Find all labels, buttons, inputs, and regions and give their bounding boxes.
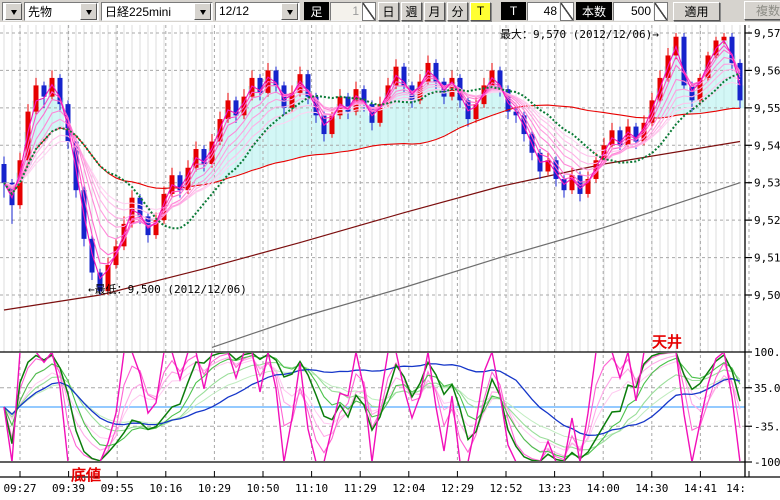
chevron-down-icon[interactable] bbox=[80, 3, 97, 20]
tick-mode-button[interactable]: T bbox=[470, 2, 491, 21]
x-axis-label: 09:27 bbox=[3, 482, 36, 495]
apply-button[interactable]: 適用 bbox=[673, 2, 720, 21]
x-axis-label: 12:52 bbox=[489, 482, 522, 495]
bar-count-input[interactable] bbox=[613, 2, 654, 21]
period-month-button[interactable]: 月 bbox=[424, 2, 445, 21]
contract-value: 12/12 bbox=[219, 4, 249, 18]
x-axis-label: 14:41 bbox=[684, 482, 717, 495]
price-chart-canvas: 9,570 9,560 9,550 9,540 9,530 9,520 9,510 9,500… bbox=[0, 0, 780, 500]
x-axis-label: 14:30 bbox=[635, 482, 668, 495]
x-axis-label: 10:16 bbox=[149, 482, 182, 495]
chart-app-window: { "toolbar": { "instrument_value": "先物",… bbox=[0, 0, 780, 500]
oscillator-line bbox=[4, 364, 740, 436]
oscillator-axis-label: -35.00 bbox=[754, 420, 780, 433]
x-axis-label: 14: bbox=[726, 482, 746, 495]
oscillator-axis-label: -100.00 bbox=[754, 456, 780, 469]
chart-style-dropdown[interactable] bbox=[2, 2, 22, 21]
cloud-band bbox=[720, 41, 728, 110]
symbol-value: 日経225mini bbox=[105, 3, 171, 20]
multi-symbol-button[interactable]: 複数銘柄 bbox=[744, 1, 780, 20]
y-axis-label: 9,510 bbox=[754, 252, 780, 265]
candle-body bbox=[2, 164, 7, 183]
x-axis-label: 14:00 bbox=[587, 482, 620, 495]
toolbar: 先物 日経225mini 12/12 足 日 週 月 分 T T 本数 適用 複… bbox=[0, 0, 780, 22]
candle-body bbox=[682, 37, 687, 86]
max-price-annotation: 最大：9,570 (2012/12/06)→ bbox=[500, 26, 659, 42]
bar-count-tag: 本数 bbox=[576, 2, 612, 20]
y-axis-label: 9,570 bbox=[754, 27, 780, 40]
min-price-annotation: ←最低：9,500 (2012/12/06) bbox=[88, 281, 247, 297]
x-axis-label: 10:29 bbox=[198, 482, 231, 495]
oscillator-axis-label: 35.00 bbox=[754, 382, 780, 395]
y-axis-label: 9,520 bbox=[754, 214, 780, 227]
interval-input[interactable] bbox=[330, 2, 362, 21]
contract-month-dropdown[interactable]: 12/12 bbox=[215, 2, 300, 21]
tick-count-input[interactable] bbox=[527, 2, 560, 21]
y-axis-label: 9,530 bbox=[754, 177, 780, 190]
interval-stepper[interactable] bbox=[330, 2, 376, 21]
x-axis-label: 10:50 bbox=[246, 482, 279, 495]
y-axis-label: 9,500 bbox=[754, 289, 780, 302]
candle-body bbox=[58, 78, 63, 104]
chevron-down-icon[interactable] bbox=[281, 3, 298, 20]
x-axis-label: 13:23 bbox=[538, 482, 571, 495]
oscillator-line bbox=[4, 363, 740, 450]
bar-type-tag: 足 bbox=[304, 2, 329, 20]
spinner-icon[interactable] bbox=[362, 2, 376, 21]
period-minute-button[interactable]: 分 bbox=[447, 2, 468, 21]
tick-count-stepper[interactable] bbox=[527, 2, 574, 21]
instrument-value: 先物 bbox=[28, 3, 52, 20]
bar-count-stepper[interactable] bbox=[613, 2, 668, 21]
ceiling-label: 天井 bbox=[652, 331, 682, 352]
spinner-icon[interactable] bbox=[654, 2, 668, 21]
chevron-down-icon[interactable] bbox=[5, 3, 22, 20]
spinner-icon[interactable] bbox=[560, 2, 574, 21]
y-axis-label: 9,550 bbox=[754, 102, 780, 115]
candle-body bbox=[546, 160, 551, 171]
bottom-label: 底値 bbox=[71, 464, 101, 485]
symbol-dropdown[interactable]: 日経225mini bbox=[101, 2, 213, 21]
candle-body bbox=[354, 89, 359, 111]
oscillator-line bbox=[4, 360, 740, 450]
y-axis-label: 9,540 bbox=[754, 139, 780, 152]
x-axis-label: 11:10 bbox=[295, 482, 328, 495]
period-week-button[interactable]: 週 bbox=[401, 2, 422, 21]
instrument-dropdown[interactable]: 先物 bbox=[24, 2, 99, 21]
oscillator-axis-label: 100.00 bbox=[754, 346, 780, 359]
tick-tag: T bbox=[501, 2, 526, 20]
chevron-down-icon[interactable] bbox=[194, 3, 211, 20]
x-axis-label: 12:04 bbox=[392, 482, 425, 495]
x-axis-label: 09:55 bbox=[101, 482, 134, 495]
x-axis-label: 12:29 bbox=[441, 482, 474, 495]
period-day-button[interactable]: 日 bbox=[378, 2, 399, 21]
x-axis-label: 11:29 bbox=[344, 482, 377, 495]
y-axis-label: 9,560 bbox=[754, 64, 780, 77]
